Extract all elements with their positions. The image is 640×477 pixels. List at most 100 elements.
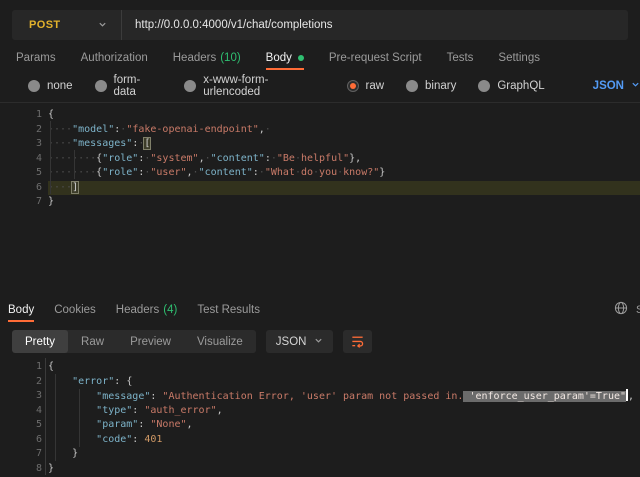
method-label: POST [29, 19, 61, 31]
line-number: 6 [0, 181, 42, 196]
matched-bracket: ] [72, 182, 78, 193]
code-text: "type": "auth_error", [48, 404, 640, 419]
radio-circle [28, 80, 40, 92]
wrap-lines-icon [350, 333, 365, 351]
method-selector[interactable]: POST [12, 10, 122, 40]
gutter-separator [45, 358, 46, 475]
code-text: ········{"role":·"user",·"content":·"Wha… [48, 166, 640, 181]
indent-guide [50, 121, 51, 194]
line-number: 3 [0, 137, 42, 152]
chevron-down-icon [314, 336, 323, 348]
request-body-editor[interactable]: 1{2 ····"model":·"fake-openai-endpoint",·… [0, 102, 640, 296]
radio-option-raw[interactable]: raw [347, 80, 385, 92]
code-line[interactable]: 7} [0, 195, 640, 210]
tab-label: Params [16, 52, 56, 64]
code-line[interactable]: 2 ····"model":·"fake-openai-endpoint",· [0, 123, 640, 138]
view-preview[interactable]: Preview [117, 330, 184, 353]
line-number: 8 [0, 462, 42, 477]
tab-pre-request-script[interactable]: Pre-request Script [329, 45, 422, 70]
response-tab-headers[interactable]: Headers (4) [116, 298, 178, 322]
radio-label: GraphQL [497, 80, 544, 92]
indent-guide [55, 374, 56, 461]
response-tabs-right: S [614, 298, 640, 322]
radio-label: none [47, 80, 73, 92]
response-tabs: Body Cookies Headers (4) Test Results [0, 298, 640, 322]
line-number: 2 [0, 123, 42, 138]
matched-bracket: [ [144, 138, 150, 149]
line-number: 1 [0, 360, 42, 375]
code-line[interactable]: 2 "error": { [0, 375, 640, 390]
tab-label: Cookies [54, 304, 96, 316]
tab-headers[interactable]: Headers (10) [173, 45, 241, 70]
url-input[interactable]: http://0.0.0.0:4000/v1/chat/completions [122, 10, 628, 40]
code-line[interactable]: 3····"messages":·[ [0, 137, 640, 152]
code-line[interactable]: 1{ [0, 108, 640, 123]
tab-body[interactable]: Body [266, 45, 304, 70]
tab-label: Authorization [81, 52, 148, 64]
tab-params[interactable]: Params [16, 45, 56, 70]
code-line[interactable]: 6 ····] [0, 181, 640, 196]
radio-label: x-www-form-urlencoded [203, 74, 324, 98]
code-line[interactable]: 5 "param": "None", [0, 418, 640, 433]
response-tab-cookies[interactable]: Cookies [54, 298, 96, 322]
response-body-viewer[interactable]: 1{2 "error": {3 "message": "Authenticati… [0, 356, 640, 477]
tab-label: Test Results [197, 304, 260, 316]
line-number: 4 [0, 152, 42, 167]
line-number: 6 [0, 433, 42, 448]
response-language-selector[interactable]: JSON [266, 330, 334, 353]
line-number: 2 [0, 375, 42, 390]
indent-guide [79, 389, 80, 447]
tab-count-badge: (10) [220, 52, 240, 64]
radio-option-graphql[interactable]: GraphQL [478, 80, 544, 92]
radio-label: binary [425, 80, 456, 92]
clipped-status-text: S [636, 304, 640, 316]
code-text: ····] [48, 181, 640, 196]
radio-option-form-data[interactable]: form-data [95, 74, 163, 98]
tab-label: Settings [498, 52, 540, 64]
view-visualize[interactable]: Visualize [184, 330, 256, 353]
code-line[interactable]: 3 "message": "Authentication Error, 'use… [0, 389, 640, 404]
code-line[interactable]: 4 "type": "auth_error", [0, 404, 640, 419]
code-text: ········{"role":·"system",·"content":·"B… [48, 152, 640, 167]
tab-count-badge: (4) [163, 304, 177, 316]
globe-icon[interactable] [614, 301, 628, 320]
code-line[interactable]: 8} [0, 462, 640, 477]
code-line[interactable]: 5········{"role":·"user",·"content":·"Wh… [0, 166, 640, 181]
line-number: 5 [0, 418, 42, 433]
indent-guide [74, 150, 75, 179]
radio-circle [184, 80, 196, 92]
selected-text: 'enforce_user_param'=True" [463, 391, 626, 402]
tab-label: Headers [173, 52, 216, 64]
code-text: } [48, 447, 640, 462]
view-pretty[interactable]: Pretty [12, 330, 68, 353]
code-line[interactable]: 7 } [0, 447, 640, 462]
request-url-bar: POST http://0.0.0.0:4000/v1/chat/complet… [12, 10, 628, 40]
response-tab-body[interactable]: Body [8, 298, 34, 322]
code-line[interactable]: 1{ [0, 360, 640, 375]
tab-label: Body [266, 52, 292, 64]
language-label: JSON [593, 80, 624, 92]
radio-label: raw [366, 80, 385, 92]
code-text: "param": "None", [48, 418, 640, 433]
radio-circle [406, 80, 418, 92]
tab-settings[interactable]: Settings [498, 45, 540, 70]
code-line[interactable]: 6 "code": 401 [0, 433, 640, 448]
code-line[interactable]: 4 ········{"role":·"system",·"content":·"… [0, 152, 640, 167]
response-language-label: JSON [276, 336, 307, 348]
radio-option-none[interactable]: none [28, 80, 73, 92]
radio-option-x-www-form-urlencoded[interactable]: x-www-form-urlencoded [184, 74, 324, 98]
radio-option-binary[interactable]: binary [406, 80, 456, 92]
request-tabs: Params Authorization Headers (10) Body Pre-re… [0, 45, 640, 70]
view-raw[interactable]: Raw [68, 330, 117, 353]
tab-tests[interactable]: Tests [447, 45, 474, 70]
tab-label: Headers [116, 304, 159, 316]
language-selector[interactable]: JSON [593, 80, 640, 92]
code-text: ····"model":·"fake-openai-endpoint",· [48, 123, 640, 138]
response-tab-test-results[interactable]: Test Results [197, 298, 260, 322]
tab-label: Body [8, 304, 34, 316]
wrap-lines-button[interactable] [343, 330, 372, 353]
tab-authorization[interactable]: Authorization [81, 45, 148, 70]
radio-circle [95, 80, 107, 92]
line-number: 1 [0, 108, 42, 123]
code-text: } [48, 195, 640, 210]
